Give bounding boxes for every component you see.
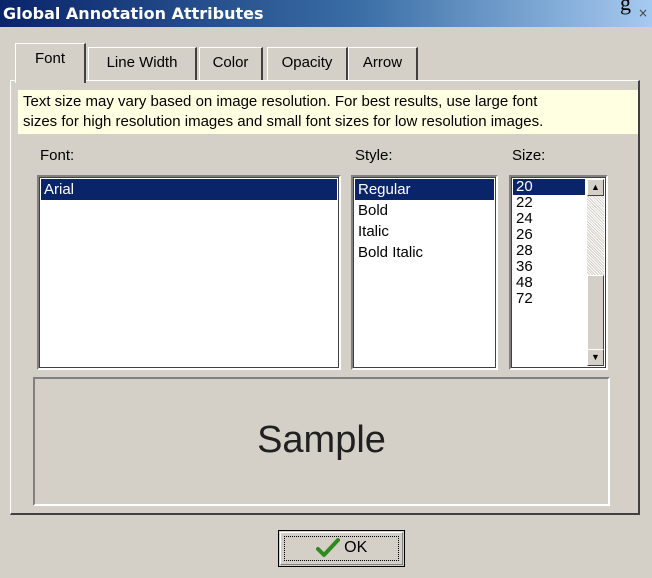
scroll-thumb[interactable] [587, 275, 604, 351]
size-item-28[interactable]: 28 [513, 243, 585, 259]
font-listbox[interactable]: Arial [37, 175, 341, 370]
info-line-2: sizes for high resolution images and sma… [23, 113, 544, 130]
sample-preview: Sample [33, 377, 610, 506]
size-item-26[interactable]: 26 [513, 227, 585, 243]
tab-arrow[interactable]: Arrow [348, 47, 418, 80]
style-item-regular[interactable]: Regular [355, 179, 494, 200]
tab-font[interactable]: Font [15, 43, 86, 83]
info-line-1: Text size may vary based on image resolu… [23, 93, 538, 110]
size-item-36[interactable]: 36 [513, 259, 585, 275]
style-item-italic[interactable]: Italic [355, 221, 494, 242]
sample-text: Sample [257, 419, 386, 461]
style-item-bold-italic[interactable]: Bold Italic [355, 242, 494, 263]
size-label: Size: [512, 147, 546, 164]
style-listbox[interactable]: Regular Bold Italic Bold Italic [351, 175, 498, 370]
clipped-background-glyph: g [620, 0, 631, 15]
size-scrollbar[interactable]: ▲ ▼ [587, 179, 604, 366]
style-item-bold[interactable]: Bold [355, 200, 494, 221]
ok-button[interactable]: OK [278, 530, 405, 567]
tab-font-label: Font [34, 50, 65, 67]
font-item-arial[interactable]: Arial [41, 179, 337, 200]
tab-opacity[interactable]: Opacity [267, 47, 348, 80]
scroll-down-arrow-icon[interactable]: ▼ [587, 349, 604, 366]
size-item-22[interactable]: 22 [513, 195, 585, 211]
size-item-48[interactable]: 48 [513, 275, 585, 291]
style-label: Style: [355, 147, 393, 164]
scroll-up-arrow-icon[interactable]: ▲ [587, 179, 604, 196]
size-item-24[interactable]: 24 [513, 211, 585, 227]
window-title: Global Annotation Attributes [3, 4, 264, 23]
title-bar[interactable]: Global Annotation Attributes × [0, 0, 652, 27]
tab-opacity-label: Opacity [281, 54, 333, 71]
close-icon[interactable]: × [636, 6, 650, 20]
checkmark-icon [315, 538, 340, 557]
size-item-20[interactable]: 20 [513, 179, 585, 195]
tab-color[interactable]: Color [199, 47, 263, 80]
tab-line-width[interactable]: Line Width [88, 47, 197, 80]
tab-color-label: Color [212, 54, 249, 71]
ok-button-label: OK [344, 539, 368, 557]
size-listbox[interactable]: 20 22 24 26 28 36 48 72 ▲ ▼ [509, 175, 608, 370]
tab-line-width-label: Line Width [106, 54, 178, 71]
info-banner: Text size may vary based on image resolu… [18, 90, 638, 134]
size-item-72[interactable]: 72 [513, 291, 585, 307]
font-label: Font: [40, 147, 75, 164]
tab-arrow-label: Arrow [362, 54, 403, 71]
